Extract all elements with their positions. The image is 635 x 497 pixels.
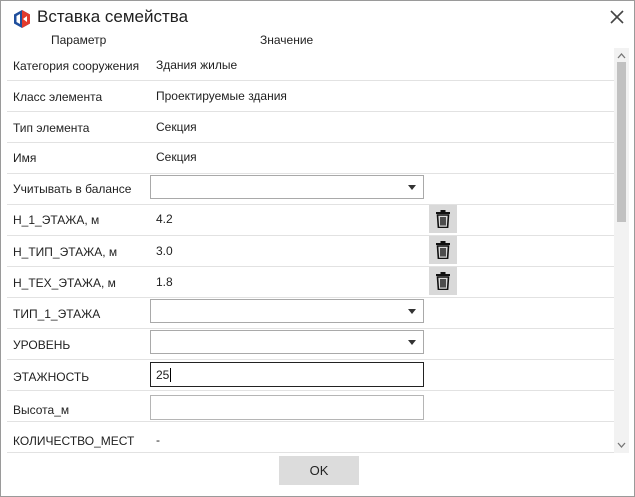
- param-label: ТИП_1_ЭТАЖА: [13, 307, 101, 321]
- delete-button[interactable]: [429, 267, 457, 295]
- table-row: Тип элемента Секция: [7, 111, 614, 143]
- trash-icon: [436, 210, 450, 228]
- table-row: H_ТИП_ЭТАЖА, м 3.0: [7, 235, 614, 267]
- chevron-down-icon: [408, 340, 416, 345]
- floors-input-value: 25: [156, 368, 170, 382]
- param-value: -: [156, 433, 160, 447]
- param-value: 3.0: [156, 244, 173, 258]
- floors-input[interactable]: 25: [150, 362, 424, 387]
- param-value: Проектируемые здания: [156, 89, 287, 103]
- scroll-down-icon[interactable]: [614, 439, 629, 451]
- table-row: УРОВЕНЬ: [7, 328, 614, 360]
- delete-button[interactable]: [429, 236, 457, 264]
- param-label: H_ТЕХ_ЭТАЖА, м: [13, 276, 116, 290]
- table-row: Категория сооружения Здания жилые: [7, 49, 614, 81]
- table-row: H_1_ЭТАЖА, м 4.2: [7, 204, 614, 236]
- trash-icon: [436, 241, 450, 259]
- trash-icon: [436, 272, 450, 290]
- chevron-down-icon: [408, 185, 416, 190]
- table-row: H_ТЕХ_ЭТАЖА, м 1.8: [7, 266, 614, 298]
- table-row: Класс элемента Проектируемые здания: [7, 80, 614, 112]
- column-header-value: Значение: [260, 33, 314, 47]
- table-row: Имя Секция: [7, 142, 614, 174]
- table-row: ТИП_1_ЭТАЖА: [7, 297, 614, 329]
- param-value: Здания жилые: [156, 58, 238, 72]
- level-dropdown[interactable]: [150, 330, 424, 354]
- param-label: КОЛИЧЕСТВО_МЕСТ: [13, 434, 135, 448]
- param-label: Класс элемента: [13, 90, 103, 104]
- table-row: ЭТАЖНОСТЬ 25: [7, 359, 614, 391]
- title-bar: Вставка семейства: [1, 1, 634, 33]
- chevron-down-icon: [408, 309, 416, 314]
- scrollbar-thumb[interactable]: [617, 62, 626, 222]
- parameter-table: Категория сооружения Здания жилые Класс …: [7, 49, 614, 453]
- param-label: H_ТИП_ЭТАЖА, м: [13, 245, 118, 259]
- delete-button[interactable]: [429, 205, 457, 233]
- first-floor-type-dropdown[interactable]: [150, 299, 424, 323]
- param-value: 1.8: [156, 275, 173, 289]
- balance-dropdown[interactable]: [150, 175, 424, 199]
- vertical-scrollbar[interactable]: [614, 48, 629, 453]
- param-value: Секция: [156, 150, 197, 164]
- dialog-title: Вставка семейства: [37, 7, 189, 26]
- param-label: ЭТАЖНОСТЬ: [13, 370, 90, 384]
- param-label: H_1_ЭТАЖА, м: [13, 213, 100, 227]
- param-label: УРОВЕНЬ: [13, 338, 71, 352]
- height-input[interactable]: [150, 395, 424, 420]
- param-label: Учитывать в балансе: [13, 182, 132, 196]
- param-value: Секция: [156, 120, 197, 134]
- table-row: Учитывать в балансе: [7, 173, 614, 205]
- column-header-parameter: Параметр: [51, 33, 107, 47]
- close-icon[interactable]: [607, 7, 627, 27]
- app-logo-icon: [14, 10, 30, 28]
- table-row: Высота_м: [7, 390, 614, 422]
- param-label: Тип элемента: [13, 121, 90, 135]
- param-label: Категория сооружения: [13, 59, 140, 73]
- table-row: КОЛИЧЕСТВО_МЕСТ -: [7, 421, 614, 453]
- param-label: Высота_м: [13, 403, 70, 417]
- text-caret: [170, 368, 172, 382]
- param-label: Имя: [13, 151, 37, 165]
- dialog-window: Вставка семейства Параметр Значение Кате…: [0, 0, 635, 497]
- scroll-up-icon[interactable]: [614, 50, 629, 62]
- param-value: 4.2: [156, 212, 173, 226]
- ok-button[interactable]: OK: [279, 456, 359, 485]
